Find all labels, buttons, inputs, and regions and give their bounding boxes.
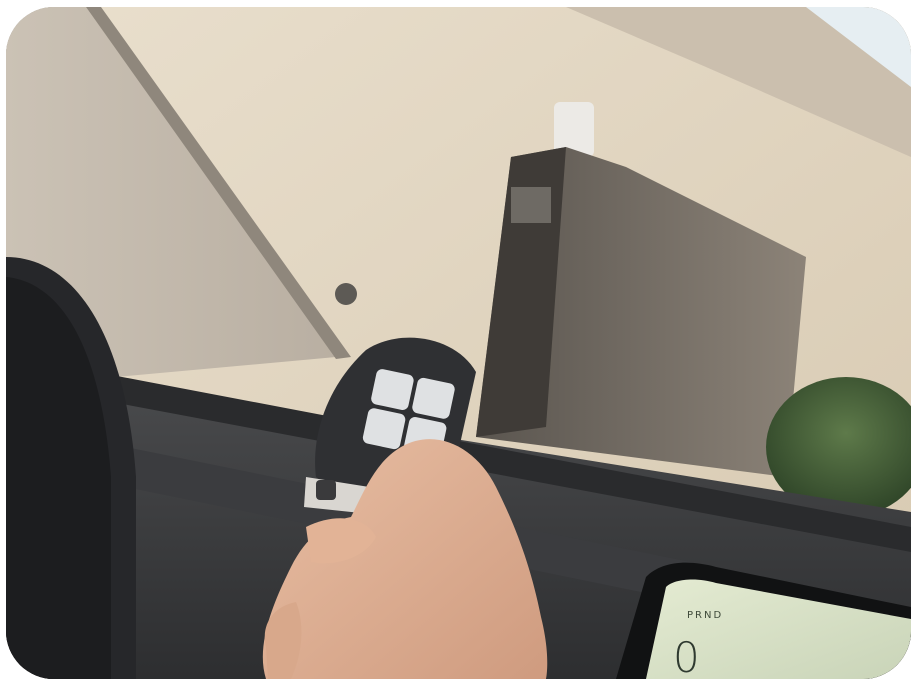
wall-fixture — [335, 283, 357, 305]
photo-frame: PRND 0 — [6, 7, 911, 679]
car-interior-photo — [6, 7, 911, 679]
speed-readout: 0 — [673, 633, 700, 679]
gear-indicator: PRND — [687, 610, 724, 621]
box-detail — [511, 187, 551, 223]
